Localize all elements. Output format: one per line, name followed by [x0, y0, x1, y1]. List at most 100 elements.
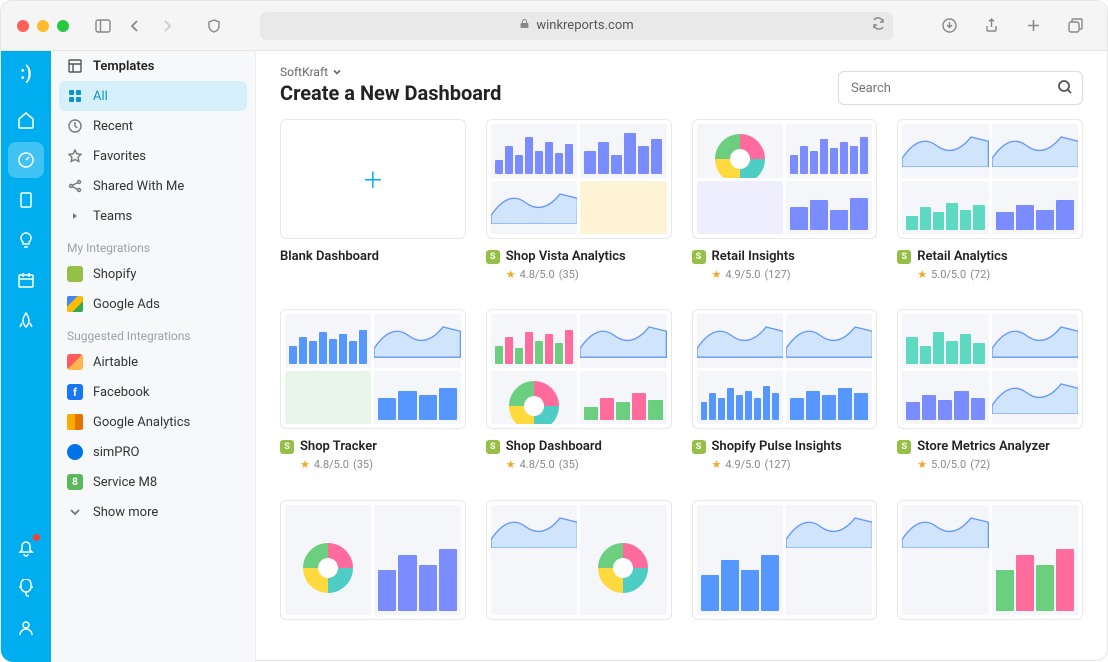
workspace-breadcrumb[interactable]: SoftKraft [280, 65, 501, 79]
template-rating: ★5.0/5.0(72) [917, 268, 1083, 281]
template-thumbnail[interactable] [486, 309, 672, 429]
integration-google-ads[interactable]: Google Ads [51, 289, 255, 319]
close-window-button[interactable] [17, 20, 29, 32]
star-icon: ★ [506, 458, 516, 471]
integration-facebook[interactable]: f Facebook [51, 377, 255, 407]
template-thumbnail[interactable]: ＋ [280, 119, 466, 239]
notification-dot [33, 534, 40, 541]
star-icon: ★ [917, 458, 927, 471]
new-tab-icon[interactable] [1022, 15, 1044, 37]
clock-icon [67, 118, 83, 134]
topbar: SoftKraft Create a New Dashboard [256, 51, 1107, 115]
caret-icon [67, 208, 83, 224]
template-title: Store Metrics Analyzer [917, 439, 1050, 454]
template-rating: ★5.0/5.0(72) [917, 458, 1083, 471]
template-thumbnail[interactable] [897, 500, 1083, 620]
tabs-icon[interactable] [1064, 15, 1086, 37]
rail-home-icon[interactable] [8, 102, 44, 138]
integration-google-analytics[interactable]: Google Analytics [51, 407, 255, 437]
suggested-integrations-heading: Suggested Integrations [51, 319, 255, 347]
app-rail: :) [1, 51, 51, 662]
template-thumbnail[interactable] [486, 500, 672, 620]
search-icon[interactable] [1057, 79, 1073, 99]
plus-icon: ＋ [362, 163, 384, 195]
template-icon [67, 58, 83, 74]
integration-service-m8[interactable]: 8Service M8 [51, 467, 255, 497]
integration-label: Airtable [93, 355, 138, 370]
sidebar-item-label: Favorites [93, 149, 146, 164]
search-input[interactable] [838, 71, 1083, 105]
template-title: Shop Tracker [300, 439, 377, 454]
left-sidebar: Templates All Recent Favorites Shared With M… [51, 51, 256, 662]
forward-button[interactable] [156, 15, 178, 37]
rail-support-icon[interactable] [8, 570, 44, 606]
template-thumbnail[interactable] [692, 309, 878, 429]
template-thumbnail[interactable] [692, 119, 878, 239]
star-icon: ★ [300, 458, 310, 471]
template-thumbnail[interactable] [897, 309, 1083, 429]
template-card: Retail Analytics ★5.0/5.0(72) [897, 119, 1083, 289]
rail-deploy-icon[interactable] [8, 302, 44, 338]
template-card: Shop Dashboard★4.8/5.0(35) [486, 309, 672, 479]
minimize-window-button[interactable] [37, 20, 49, 32]
sidebar-item-shared-with-me[interactable]: Shared With Me [51, 171, 255, 201]
sidebar-item-label: Teams [93, 209, 132, 224]
main-content: SoftKraft Create a New Dashboard ＋ Blank … [256, 51, 1107, 662]
template-card: Shop Tracker★4.8/5.0(35) [280, 309, 466, 479]
shield-icon[interactable] [203, 15, 225, 37]
integration-label: Google Analytics [93, 415, 190, 430]
grid-icon [67, 88, 83, 104]
template-thumbnail[interactable] [280, 309, 466, 429]
template-card: Retail Insights★4.9/5.0(127) [692, 119, 878, 289]
servicem8-icon: 8 [67, 474, 83, 490]
integration-simpro[interactable]: simPRO [51, 437, 255, 467]
sidebar-toggle-icon[interactable] [92, 15, 114, 37]
integration-label: Facebook [93, 385, 149, 400]
share-icon[interactable] [980, 15, 1002, 37]
template-card: Shopify Pulse Insights★4.9/5.0(127) [692, 309, 878, 479]
template-title: Retail Analytics [917, 249, 1007, 264]
rail-dashboard-icon[interactable] [8, 142, 44, 178]
template-title: Retail Insights [712, 249, 795, 264]
app-logo[interactable]: :) [20, 63, 31, 84]
template-thumbnail[interactable] [897, 119, 1083, 239]
chevron-down-icon [332, 67, 342, 77]
sidebar-item-label: Templates [93, 59, 154, 74]
airtable-icon [67, 354, 83, 370]
sidebar-item-label: Recent [93, 119, 133, 134]
rail-lightbulb-icon[interactable] [8, 222, 44, 258]
sidebar-item-label: All [93, 89, 108, 104]
sidebar-item-all[interactable]: All [59, 81, 247, 111]
template-title: Shop Vista Analytics [506, 249, 626, 264]
rail-user-icon[interactable] [8, 610, 44, 646]
rail-document-icon[interactable] [8, 182, 44, 218]
integration-airtable[interactable]: Airtable [51, 347, 255, 377]
refresh-icon[interactable] [872, 17, 885, 34]
shopify-icon [67, 266, 83, 282]
integration-shopify[interactable]: Shopify [51, 259, 255, 289]
download-icon[interactable] [938, 15, 960, 37]
sidebar-item-recent[interactable]: Recent [51, 111, 255, 141]
facebook-icon: f [67, 384, 83, 400]
star-icon: ★ [917, 268, 927, 281]
show-more-button[interactable]: Show more [51, 497, 255, 527]
chevron-down-icon [67, 504, 83, 520]
url-text: winkreports.com [536, 18, 633, 33]
shopify-icon [486, 250, 500, 264]
sidebar-item-teams[interactable]: Teams [51, 201, 255, 231]
sidebar-item-templates[interactable]: Templates [51, 51, 255, 81]
rail-notifications-icon[interactable] [8, 530, 44, 566]
url-bar[interactable]: winkreports.com [260, 12, 893, 40]
template-title: Shopify Pulse Insights [712, 439, 842, 454]
rail-calendar-icon[interactable] [8, 262, 44, 298]
shopify-icon [897, 250, 911, 264]
template-thumbnail[interactable] [486, 119, 672, 239]
template-thumbnail[interactable] [280, 500, 466, 620]
star-icon [67, 148, 83, 164]
template-title: Blank Dashboard [280, 249, 379, 264]
template-thumbnail[interactable] [692, 500, 878, 620]
maximize-window-button[interactable] [57, 20, 69, 32]
template-card [897, 500, 1083, 638]
back-button[interactable] [124, 15, 146, 37]
sidebar-item-favorites[interactable]: Favorites [51, 141, 255, 171]
